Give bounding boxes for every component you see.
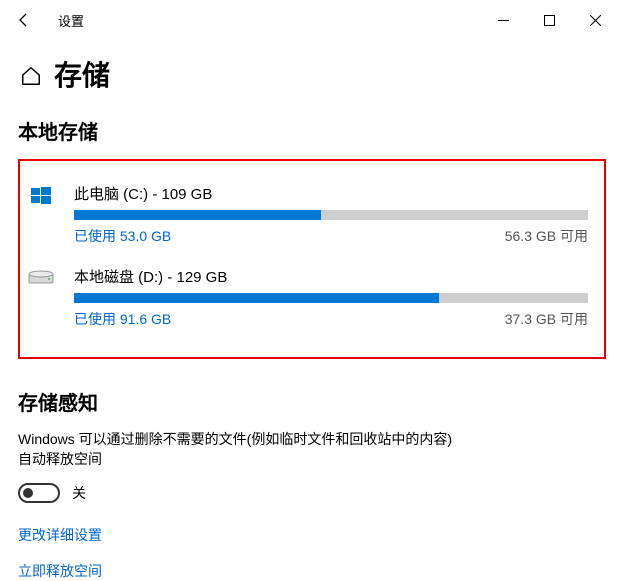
close-icon [590,15,601,26]
titlebar: 设置 [0,0,624,40]
windows-drive-icon [24,183,58,246]
home-icon[interactable] [20,65,42,87]
drive-row-d[interactable]: 本地磁盘 (D:) - 129 GB 已使用 91.6 GB 37.3 GB 可… [24,260,588,343]
minimize-button[interactable] [480,4,526,36]
back-arrow-icon [16,12,32,28]
drive-c-progress [74,210,588,220]
page-header: 存储 [0,40,624,102]
close-button[interactable] [572,4,618,36]
window-title: 设置 [58,11,84,30]
free-space-now-link[interactable]: 立即释放空间 [18,561,102,581]
section-local-storage: 本地存储 [18,116,606,145]
section-sense-heading: 存储感知 [18,387,606,416]
disk-drive-icon [24,266,58,329]
drive-d-progress-fill [74,293,439,303]
drive-row-c[interactable]: 此电脑 (C:) - 109 GB 已使用 53.0 GB 56.3 GB 可用 [24,177,588,260]
drive-c-label: 此电脑 (C:) - 109 GB [74,183,588,204]
drive-d-label: 本地磁盘 (D:) - 129 GB [74,266,588,287]
back-button[interactable] [6,2,42,38]
sense-description: Windows 可以通过删除不需要的文件(例如临时文件和回收站中的内容) 自动释… [18,430,606,469]
drive-c-free-label: 56.3 GB 可用 [505,226,588,246]
page-title: 存储 [54,54,110,94]
minimize-icon [498,15,509,26]
drive-d-progress [74,293,588,303]
drives-highlight-box: 此电脑 (C:) - 109 GB 已使用 53.0 GB 56.3 GB 可用 [18,159,606,359]
drive-d-used-link[interactable]: 已使用 91.6 GB [74,309,171,329]
toggle-state-label: 关 [72,483,86,503]
content: 本地存储 此电脑 (C:) - 109 GB 已使用 53.0 GB 5 [0,102,624,581]
storage-sense-section: 存储感知 Windows 可以通过删除不需要的文件(例如临时文件和回收站中的内容… [18,387,606,581]
storage-sense-toggle[interactable] [18,483,60,503]
toggle-knob [23,488,33,498]
change-details-link[interactable]: 更改详细设置 [18,525,102,545]
maximize-icon [544,15,555,26]
drive-d-free-label: 37.3 GB 可用 [505,309,588,329]
drive-c-used-link[interactable]: 已使用 53.0 GB [74,226,171,246]
drive-c-progress-fill [74,210,321,220]
maximize-button[interactable] [526,4,572,36]
